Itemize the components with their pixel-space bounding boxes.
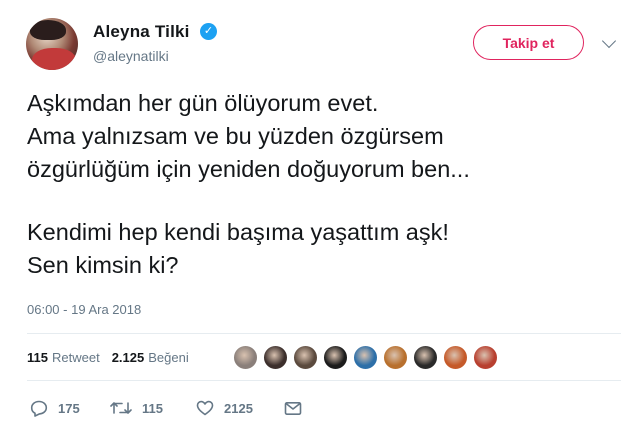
avatar-shirt: [32, 48, 76, 70]
liker-avatar[interactable]: [383, 345, 408, 370]
liker-avatar[interactable]: [443, 345, 468, 370]
liker-avatar[interactable]: [473, 345, 498, 370]
retweet-action[interactable]: 115: [110, 400, 196, 416]
tweet-line: Ama yalnızsam ve bu yüzden özgürsem: [27, 123, 444, 149]
liker-avatar[interactable]: [413, 345, 438, 370]
follow-button[interactable]: Takip et: [473, 25, 584, 60]
reply-action[interactable]: 175: [30, 400, 110, 417]
liker-avatars: [233, 345, 503, 370]
tweet-timestamp[interactable]: 06:00 - 19 Ara 2018: [27, 302, 141, 317]
liker-avatar[interactable]: [323, 345, 348, 370]
liker-avatar[interactable]: [353, 345, 378, 370]
avatar[interactable]: [26, 18, 78, 70]
like-action[interactable]: 2125: [196, 400, 284, 416]
liker-avatar[interactable]: [263, 345, 288, 370]
liker-avatar[interactable]: [233, 345, 258, 370]
reply-icon: [30, 400, 48, 417]
tweet-stats: 115 Retweet 2.125 Beğeni: [27, 345, 201, 369]
direct-message-action[interactable]: [284, 401, 302, 416]
like-label[interactable]: Beğeni: [148, 350, 188, 365]
user-name[interactable]: Aleyna Tilki: [93, 22, 190, 42]
reply-count: 175: [58, 400, 80, 416]
tweet-line: Aşkımdan her gün ölüyorum evet.: [27, 90, 379, 116]
user-handle[interactable]: @aleynatilki: [93, 48, 169, 64]
retweet-icon: [110, 402, 132, 414]
retweet-label[interactable]: Retweet: [52, 350, 100, 365]
tweet-line: Sen kimsin ki?: [27, 252, 179, 278]
chevron-down-icon[interactable]: [601, 33, 617, 49]
like-action-count: 2125: [224, 400, 253, 416]
tweet-line: özgürlüğüm için yeniden doğuyorum ben...: [27, 156, 470, 182]
tweet-line: Kendimi hep kendi başıma yaşattım aşk!: [27, 219, 449, 245]
retweet-count[interactable]: 115: [27, 350, 48, 365]
retweet-action-count: 115: [142, 400, 163, 416]
envelope-icon: [284, 401, 302, 415]
heart-icon: [196, 400, 214, 416]
avatar-hair: [30, 20, 66, 40]
liker-avatar[interactable]: [293, 345, 318, 370]
like-count[interactable]: 2.125: [112, 350, 145, 365]
verified-icon: ✓: [200, 23, 217, 40]
divider: [27, 333, 621, 334]
divider: [27, 380, 621, 381]
action-bar: 175 115 2125: [30, 396, 302, 420]
tweet-card: Aleyna Tilki ✓ @aleynatilki Takip et Aşk…: [0, 0, 640, 447]
tweet-text: Aşkımdan her gün ölüyorum evet. Ama yaln…: [27, 87, 617, 282]
